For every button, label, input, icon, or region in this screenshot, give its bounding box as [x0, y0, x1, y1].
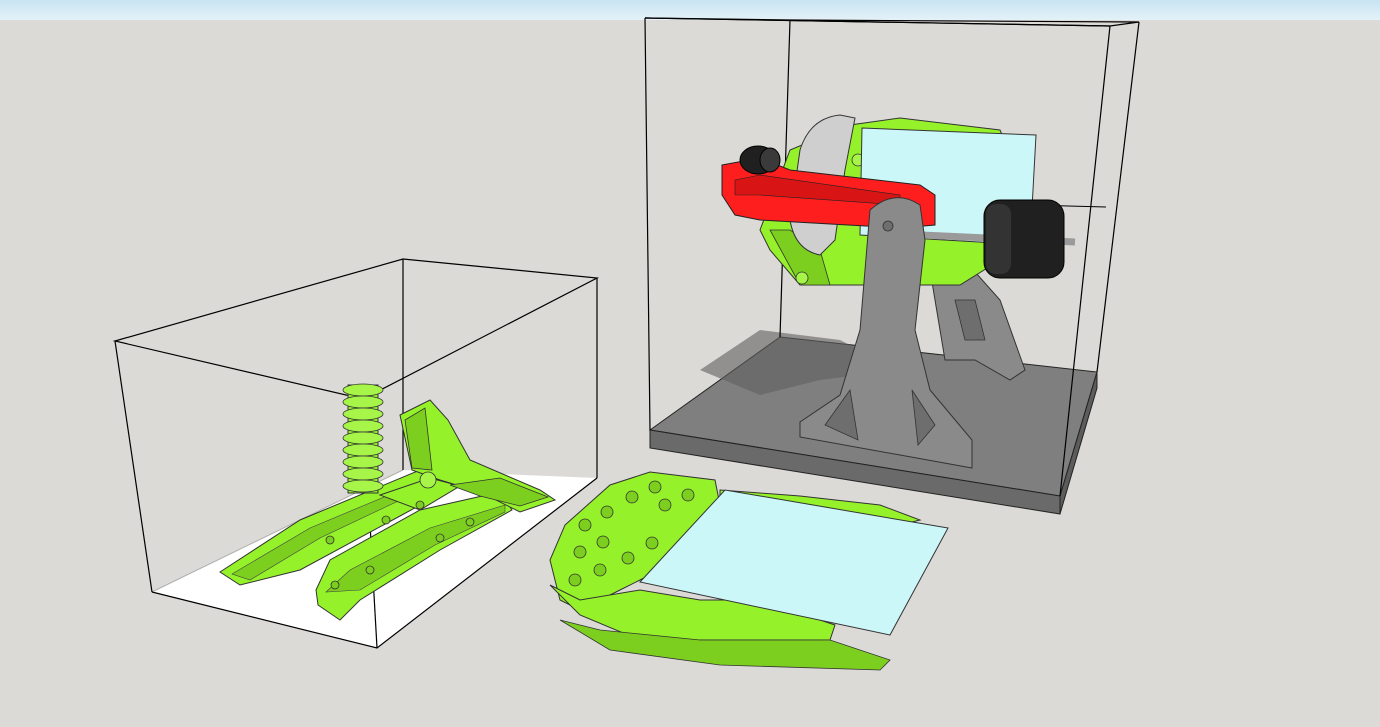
right-wheel[interactable] [983, 199, 1065, 279]
bbox-edge [644, 17, 651, 431]
bbox-edge [1096, 21, 1140, 373]
printed-parts-bounding-box[interactable] [112, 258, 600, 649]
auger-tower-part[interactable] [342, 383, 384, 494]
sketchup-viewport[interactable] [0, 0, 1380, 727]
model-scene[interactable] [0, 0, 1380, 727]
bbox-edge [114, 340, 153, 593]
platform-assembly[interactable] [549, 471, 949, 671]
left-wheel[interactable] [739, 145, 781, 175]
assembly-bounding-box[interactable] [644, 17, 1140, 515]
bbox-top [112, 258, 600, 400]
